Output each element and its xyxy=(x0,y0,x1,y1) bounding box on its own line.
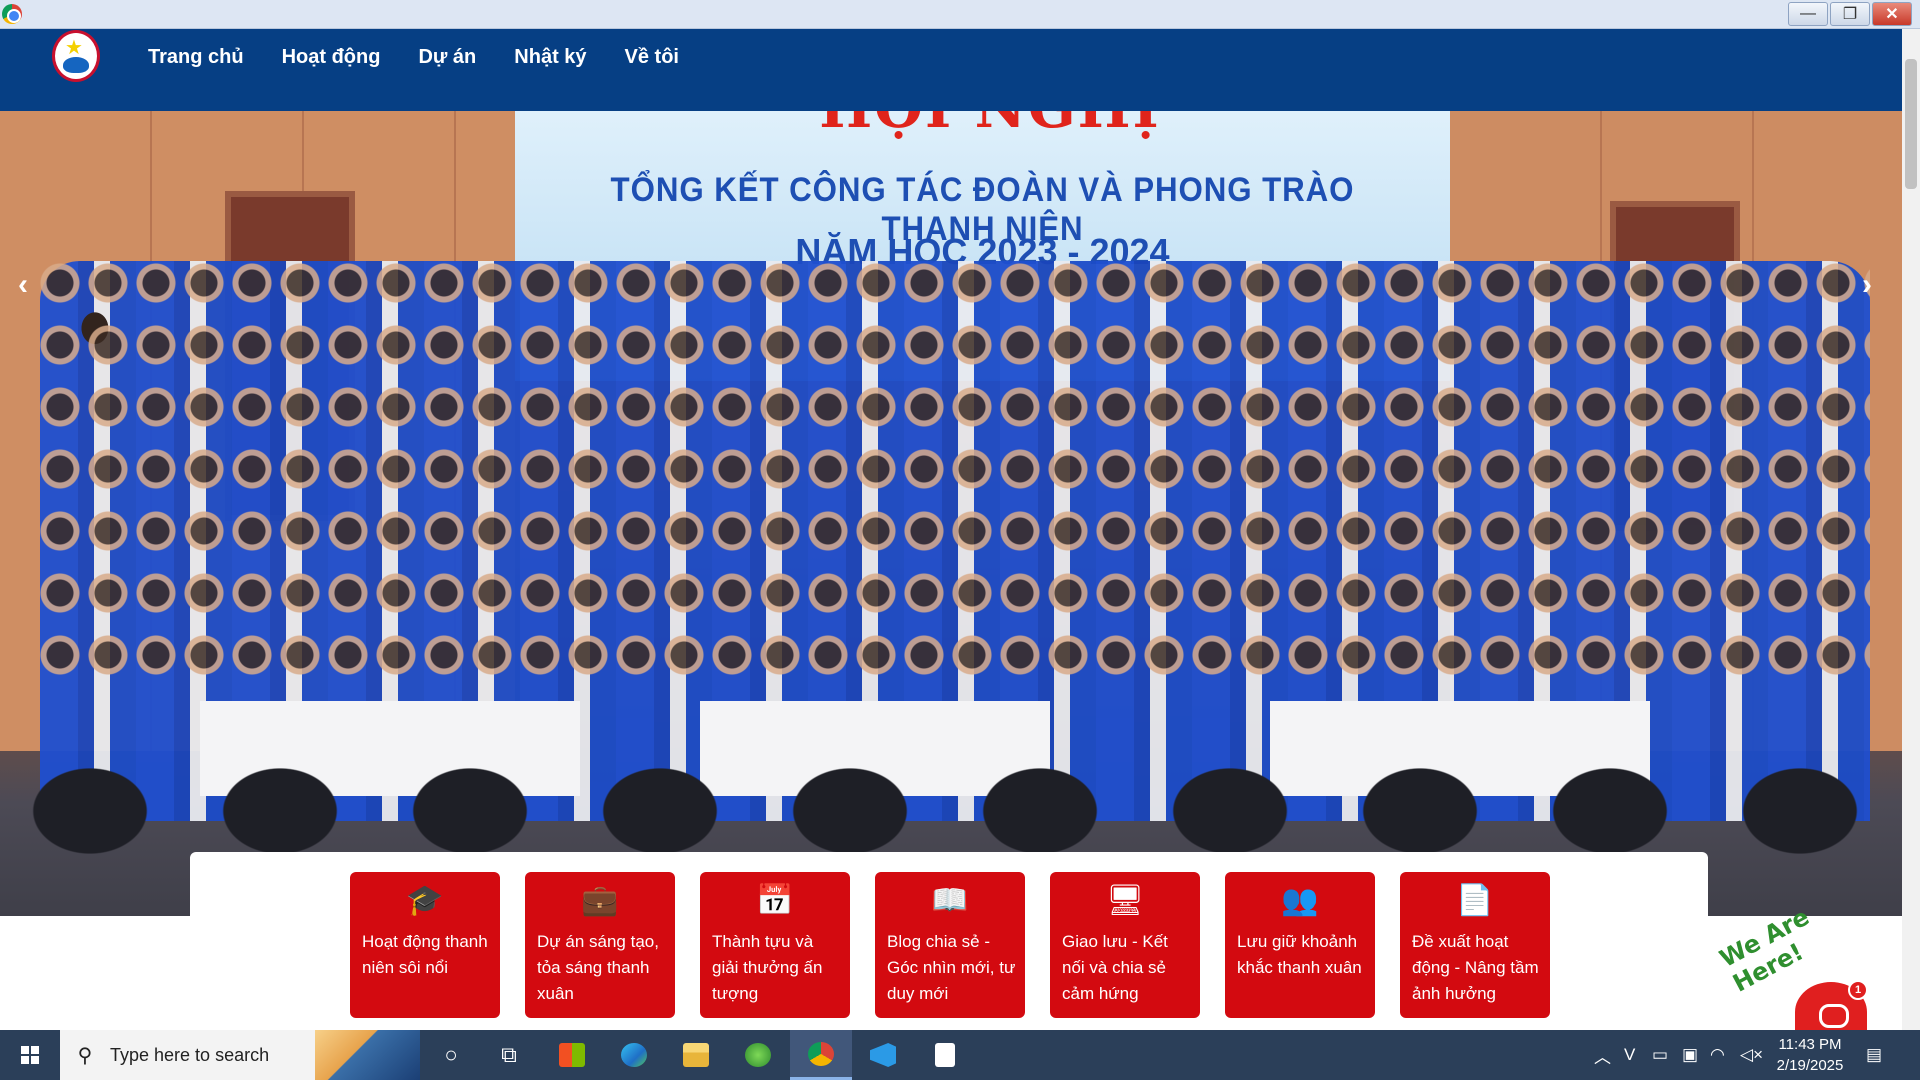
users-icon: 👥 xyxy=(1281,884,1319,917)
category-card-activities[interactable]: 🎓 Hoạt động thanh niên sôi nổi xyxy=(350,872,500,1018)
category-card-achievements[interactable]: 📅 Thành tựu và giải thưởng ấn tượng xyxy=(700,872,850,1018)
tray-app-icon[interactable]: V xyxy=(1624,1030,1635,1080)
start-button[interactable] xyxy=(0,1030,60,1080)
vscode-icon[interactable] xyxy=(852,1030,914,1080)
nav-link-activities[interactable]: Hoạt động xyxy=(263,46,400,69)
battery-icon[interactable]: ▭ xyxy=(1652,1030,1668,1080)
category-label: Hoạt động thanh niên sôi nổi xyxy=(362,932,488,977)
minimize-button[interactable]: — xyxy=(1788,2,1828,26)
monitor-icon: 🖥 xyxy=(1105,884,1145,917)
category-label: Blog chia sẻ - Góc nhìn mới, tư duy mới xyxy=(887,932,1016,1003)
nav-link-home[interactable]: Trang chủ xyxy=(148,46,263,69)
clock-date: 2/19/2025 xyxy=(1776,1057,1844,1074)
nav-link-projects[interactable]: Dự án xyxy=(399,46,495,69)
chat-badge: 1 xyxy=(1848,980,1868,1000)
page-scrollbar-thumb[interactable] xyxy=(1905,59,1917,189)
nav-link-about[interactable]: Về tôi xyxy=(606,46,698,69)
carousel-next-arrow[interactable]: › xyxy=(1862,268,1872,302)
close-button[interactable]: ✕ xyxy=(1872,2,1912,26)
nav-link-diary[interactable]: Nhật ký xyxy=(495,46,605,69)
category-label: Thành tựu và giải thưởng ấn tượng xyxy=(712,932,823,1003)
taskbar-clock[interactable]: 11:43 PM 2/19/2025 xyxy=(1762,1034,1858,1076)
restore-button[interactable]: ❐ xyxy=(1830,2,1870,26)
browser-titlebar xyxy=(0,0,1920,29)
notepad-icon[interactable] xyxy=(914,1030,976,1080)
category-label: Dự án sáng tạo, tỏa sáng thanh xuân xyxy=(537,932,659,1003)
category-card-projects[interactable]: 💼 Dự án sáng tạo, tỏa sáng thanh xuân xyxy=(525,872,675,1018)
hero-photo-faces xyxy=(40,261,1870,681)
category-card-blog[interactable]: 📖 Blog chia sẻ - Góc nhìn mới, tư duy mớ… xyxy=(875,872,1025,1018)
chrome-icon xyxy=(2,4,22,24)
calendar-icon: 📅 xyxy=(756,884,794,917)
category-card-proposals[interactable]: 📄 Đề xuất hoạt động - Nâng tầm ảnh hưởng xyxy=(1400,872,1550,1018)
category-card-exchange[interactable]: 🖥 Giao lưu - Kết nối và chia sẻ cảm hứng xyxy=(1050,872,1200,1018)
category-label: Đề xuất hoạt động - Nâng tầm ảnh hưởng xyxy=(1412,932,1539,1003)
main-nav: Trang chủ Hoạt động Dự án Nhật ký Về tôi xyxy=(148,29,698,85)
windows-logo-icon xyxy=(21,1046,39,1064)
clock-time: 11:43 PM xyxy=(1778,1036,1842,1053)
tray-chevron-icon[interactable]: ︿ xyxy=(1594,1030,1611,1080)
document-icon: 📄 xyxy=(1456,884,1494,917)
graduation-cap-icon: 🎓 xyxy=(406,884,444,917)
file-explorer-icon[interactable] xyxy=(665,1030,727,1080)
hero-carousel: HỘI NGHỊ TỔNG KẾT CÔNG TÁC ĐOÀN VÀ PHONG… xyxy=(0,111,1902,916)
banner-heading: HỘI NGHỊ xyxy=(760,111,1220,141)
task-view-icon[interactable]: ⧉ xyxy=(478,1030,540,1080)
taskbar-search[interactable]: ⚲ Type here to search xyxy=(60,1030,420,1080)
book-icon: 📖 xyxy=(931,884,969,917)
search-icon: ⚲ xyxy=(77,1044,93,1067)
wifi-icon[interactable]: ◠ xyxy=(1710,1030,1725,1080)
notifications-icon[interactable]: ▤ xyxy=(1866,1030,1882,1080)
category-label: Giao lưu - Kết nối và chia sẻ cảm hứng xyxy=(1062,932,1168,1003)
carousel-prev-arrow[interactable]: ‹ xyxy=(18,268,28,302)
edge-icon[interactable] xyxy=(603,1030,665,1080)
youth-union-logo[interactable] xyxy=(52,30,100,82)
category-label: Lưu giữ khoảnh khắc thanh xuân xyxy=(1237,932,1362,977)
cortana-icon[interactable]: ○ xyxy=(420,1030,482,1080)
chrome-taskbar-icon[interactable] xyxy=(790,1030,852,1080)
leaf-app-icon[interactable] xyxy=(727,1030,789,1080)
search-highlight-art xyxy=(315,1030,420,1080)
search-placeholder: Type here to search xyxy=(110,1044,270,1065)
device-icon[interactable]: ▣ xyxy=(1682,1030,1698,1080)
store-icon[interactable] xyxy=(541,1030,603,1080)
volume-muted-icon[interactable]: ◁× xyxy=(1740,1030,1763,1080)
category-card-moments[interactable]: 👥 Lưu giữ khoảnh khắc thanh xuân xyxy=(1225,872,1375,1018)
category-cards: 🎓 Hoạt động thanh niên sôi nổi 💼 Dự án s… xyxy=(350,872,1550,1018)
briefcase-icon: 💼 xyxy=(581,884,619,917)
